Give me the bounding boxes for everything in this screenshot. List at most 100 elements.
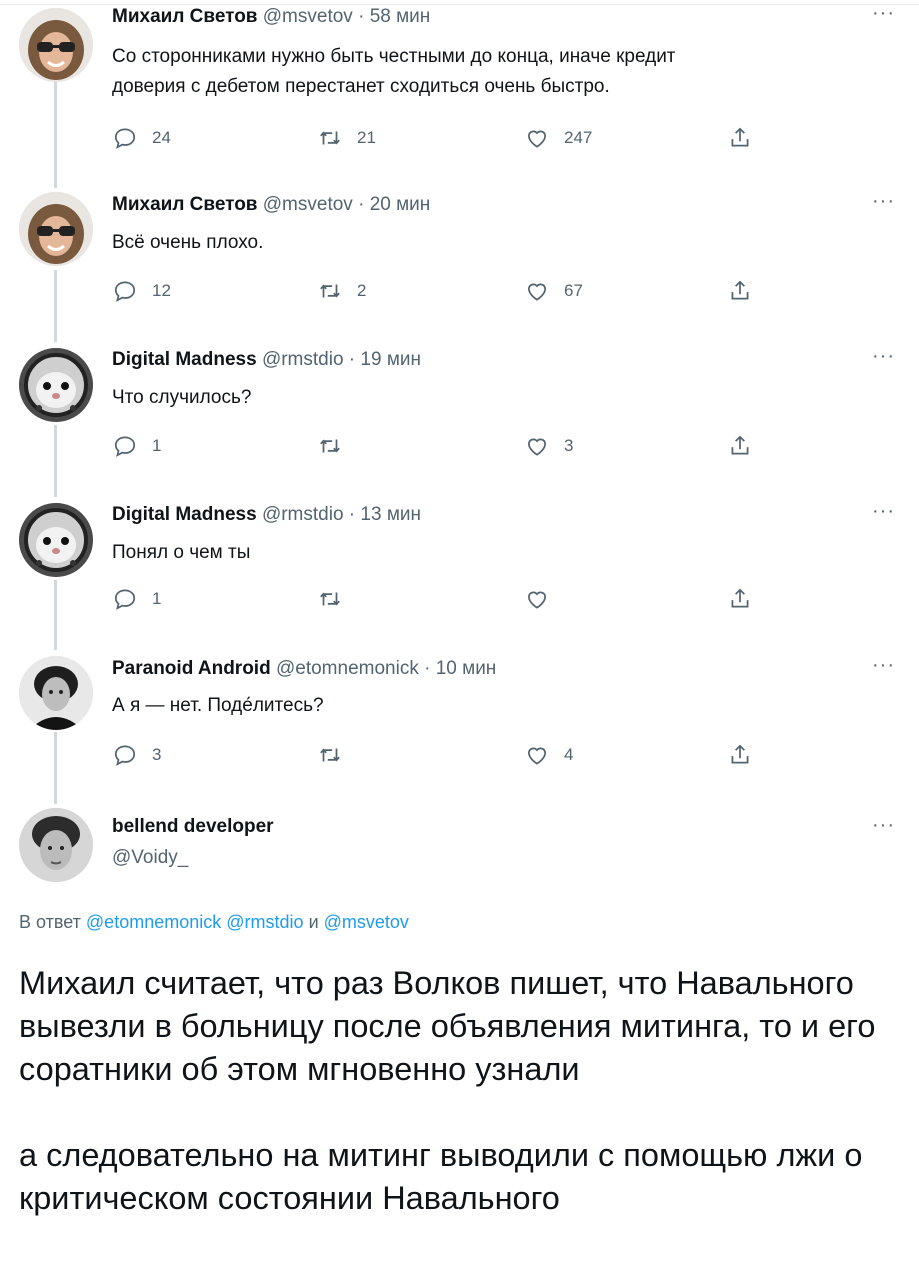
- retweet-button[interactable]: 21: [317, 125, 376, 151]
- like-button[interactable]: 3: [524, 433, 573, 459]
- author-handle[interactable]: @rmstdio: [262, 504, 344, 525]
- more-options-icon[interactable]: ···: [872, 654, 895, 677]
- tweet-header: Михаил Светов @msvetov · 20 мин: [112, 194, 430, 216]
- more-options-icon[interactable]: ···: [872, 500, 895, 523]
- main-tweet: bellend developer @Voidy_ ···: [0, 806, 919, 896]
- tweet-actions: 1 3: [112, 433, 792, 463]
- reply-button[interactable]: 3: [112, 742, 161, 768]
- tweet[interactable]: Paranoid Android @etomnemonick · 10 мин …: [0, 652, 919, 802]
- tweet-text-line: Всё очень плохо.: [112, 232, 264, 253]
- retweet-button[interactable]: [317, 742, 357, 768]
- author-handle[interactable]: @msvetov: [263, 6, 353, 27]
- heart-icon: [528, 591, 546, 609]
- share-button[interactable]: [727, 278, 767, 304]
- author-name[interactable]: Михаил Светов: [112, 6, 257, 27]
- author-handle[interactable]: @etomnemonick: [276, 658, 419, 679]
- share-icon: [731, 744, 749, 764]
- avatar[interactable]: [19, 503, 93, 577]
- like-button[interactable]: 247: [524, 125, 592, 151]
- tweet[interactable]: Михаил Светов @msvetov · 58 мин ··· Со с…: [0, 0, 919, 180]
- like-count: 4: [564, 745, 574, 764]
- retweet-button[interactable]: 2: [317, 278, 366, 304]
- separator-dot: ·: [358, 194, 365, 215]
- heart-icon: [528, 438, 546, 456]
- reply-count: 1: [152, 436, 162, 455]
- timestamp[interactable]: 13 мин: [360, 504, 421, 525]
- avatar[interactable]: [19, 808, 93, 882]
- retweet-button[interactable]: [317, 586, 357, 612]
- author-name[interactable]: Digital Madness: [112, 349, 257, 370]
- retweet-icon: [320, 439, 340, 453]
- timestamp[interactable]: 10 мин: [436, 658, 497, 679]
- tweet-text: А я — нет. Поде́литесь?: [112, 691, 324, 721]
- tweet-text-line: Со сторонниками нужно быть честными до к…: [112, 46, 676, 67]
- tweet-actions: 1: [112, 586, 792, 616]
- retweet-count: 2: [357, 281, 367, 300]
- tweet-text: Всё очень плохо.: [112, 228, 263, 258]
- tweet-text-line: Что случилось?: [112, 387, 252, 408]
- share-button[interactable]: [727, 433, 767, 459]
- separator-dot: ·: [348, 504, 356, 525]
- mention-link[interactable]: @msvetov: [324, 912, 409, 932]
- like-button[interactable]: [524, 586, 564, 612]
- share-button[interactable]: [727, 586, 767, 612]
- author-name[interactable]: Digital Madness: [112, 504, 257, 525]
- retweet-icon: [320, 748, 340, 762]
- retweet-icon: [320, 284, 340, 298]
- retweet-count: 21: [357, 128, 376, 147]
- tweet[interactable]: Digital Madness @rmstdio · 19 мин ··· Чт…: [0, 343, 919, 493]
- tweet-text: Со сторонниками нужно быть честными до к…: [112, 42, 676, 102]
- reply-icon: [114, 128, 136, 149]
- main-author-handle[interactable]: @Voidy_: [112, 847, 188, 869]
- reply-count: 12: [152, 281, 171, 300]
- tweet-actions: 3 4: [112, 742, 792, 772]
- reply-count: 1: [152, 589, 162, 608]
- more-options-icon[interactable]: ···: [872, 345, 895, 368]
- like-count: 67: [564, 281, 583, 300]
- reply-button[interactable]: 1: [112, 586, 161, 612]
- main-author-name[interactable]: bellend developer: [112, 816, 274, 838]
- like-count: 3: [564, 436, 574, 455]
- tweet[interactable]: Михаил Светов @msvetov · 20 мин ··· Всё …: [0, 188, 919, 338]
- reply-conjunction: и: [308, 912, 319, 932]
- share-button[interactable]: [727, 742, 767, 768]
- share-icon: [731, 588, 749, 608]
- avatar[interactable]: [19, 192, 93, 266]
- share-button[interactable]: [727, 125, 767, 151]
- avatar[interactable]: [19, 656, 93, 730]
- main-tweet-text: Михаил считает, что раз Волков пишет, чт…: [19, 962, 899, 1220]
- separator-dot: ·: [424, 658, 431, 679]
- timestamp[interactable]: 58 мин: [370, 6, 431, 27]
- tweet-header: Paranoid Android @etomnemonick · 10 мин: [112, 658, 496, 680]
- timestamp[interactable]: 20 мин: [370, 194, 431, 215]
- retweet-button[interactable]: [317, 433, 357, 459]
- reply-button[interactable]: 1: [112, 433, 161, 459]
- like-button[interactable]: 4: [524, 742, 573, 768]
- author-name[interactable]: Михаил Светов: [112, 194, 257, 215]
- timestamp[interactable]: 19 мин: [360, 349, 421, 370]
- mention-link[interactable]: @etomnemonick: [86, 912, 221, 932]
- reply-button[interactable]: 24: [112, 125, 171, 151]
- heart-icon: [528, 283, 546, 301]
- main-tweet-paragraph: Михаил считает, что раз Волков пишет, чт…: [19, 965, 876, 1087]
- mention-link[interactable]: @rmstdio: [226, 912, 303, 932]
- reply-icon: [114, 281, 136, 302]
- like-button[interactable]: 67: [524, 278, 583, 304]
- tweet[interactable]: Digital Madness @rmstdio · 13 мин ··· По…: [0, 498, 919, 648]
- more-options-icon[interactable]: ···: [872, 190, 895, 213]
- reply-button[interactable]: 12: [112, 278, 171, 304]
- avatar[interactable]: [19, 348, 93, 422]
- retweet-icon: [320, 592, 340, 606]
- reply-count: 3: [152, 745, 162, 764]
- reply-context: В ответ @etomnemonick @rmstdio и @msveto…: [19, 912, 409, 933]
- author-name[interactable]: Paranoid Android: [112, 658, 271, 679]
- more-options-icon[interactable]: ···: [872, 814, 895, 837]
- main-tweet-paragraph: а следовательно на митинг выводили с пом…: [19, 1137, 863, 1216]
- avatar[interactable]: [19, 8, 93, 82]
- reply-count: 24: [152, 128, 171, 147]
- author-handle[interactable]: @msvetov: [263, 194, 353, 215]
- reply-icon: [114, 436, 136, 457]
- more-options-icon[interactable]: ···: [872, 2, 895, 25]
- separator-dot: ·: [348, 349, 356, 370]
- author-handle[interactable]: @rmstdio: [262, 349, 344, 370]
